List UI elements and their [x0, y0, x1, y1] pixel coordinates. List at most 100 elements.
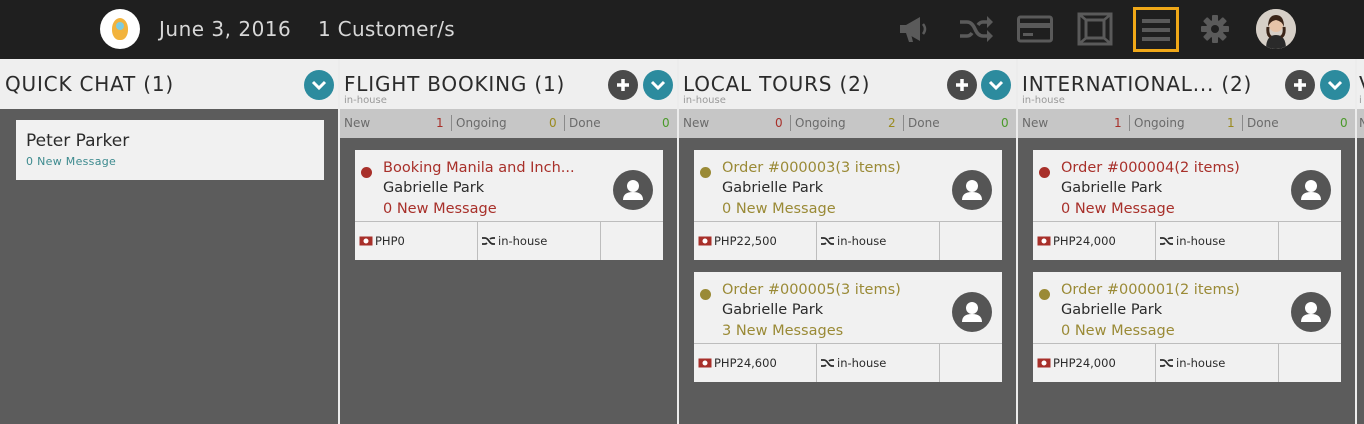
order-source: in-house [1176, 356, 1226, 370]
stat-ongoing-label[interactable]: Ongoing [456, 116, 507, 130]
empty-cell [940, 344, 1002, 382]
booking-message-count: 0 New Message [383, 201, 497, 217]
status-bar: N [1357, 109, 1364, 138]
stat-new-label[interactable]: N [1359, 116, 1364, 130]
order-title: Order #000003(3 items) [722, 160, 901, 176]
card-footer: PHP24,600 in-house [694, 343, 1002, 382]
booking-customer: Gabrielle Park [383, 180, 485, 196]
column-header: INTERNATIONAL... (2) in-house [1018, 59, 1355, 109]
customer-avatar-icon [613, 170, 653, 210]
order-card[interactable]: Order #000003(3 items) Gabrielle Park 0 … [694, 150, 1002, 260]
chat-card[interactable]: Peter Parker 0 New Message [16, 120, 324, 180]
shuffle-icon [821, 237, 834, 245]
money-icon [359, 236, 373, 246]
stat-ongoing-label[interactable]: Ongoing [1134, 116, 1185, 130]
order-card[interactable]: Order #000005(3 items) Gabrielle Park 3 … [694, 272, 1002, 382]
booking-title: Booking Manila and Inch... [383, 160, 575, 176]
column-header: V i [1357, 59, 1364, 109]
menu-icon[interactable] [1133, 7, 1179, 52]
empty-cell [1279, 222, 1341, 260]
stat-separator [903, 115, 904, 131]
add-button[interactable] [1285, 70, 1315, 100]
gear-icon[interactable] [1195, 9, 1235, 49]
order-amount: PHP22,500 [714, 234, 777, 248]
order-amount: PHP24,000 [1053, 356, 1116, 370]
source-cell: in-house [1156, 344, 1279, 382]
stat-done-label[interactable]: Done [908, 116, 940, 130]
column-quick-chat: QUICK CHAT (1) Peter Parker 0 New Messag… [0, 59, 338, 424]
chat-customer-name: Peter Parker [26, 131, 130, 151]
column-subtitle: in-house [683, 95, 726, 106]
money-icon [1037, 236, 1051, 246]
stat-separator [1242, 115, 1243, 131]
empty-cell [601, 222, 663, 260]
column-local-tours: LOCAL TOURS (2) in-house New 0 Ongoing 2… [679, 59, 1016, 424]
stat-separator [1129, 115, 1130, 131]
shuffle-icon [482, 237, 495, 245]
source-cell: in-house [1156, 222, 1279, 260]
empty-cell [940, 222, 1002, 260]
order-title: Order #000005(3 items) [722, 282, 901, 298]
column-title: V [1359, 72, 1364, 96]
megaphone-icon[interactable] [895, 9, 935, 49]
column-title: FLIGHT BOOKING (1) [344, 72, 566, 96]
status-dot [361, 167, 372, 178]
order-source: in-house [1176, 234, 1226, 248]
shuffle-icon [821, 359, 834, 367]
status-bar: New 1 Ongoing 0 Done 0 [340, 109, 677, 138]
order-title: Order #000004(2 items) [1061, 160, 1240, 176]
current-date: June 3, 2016 [159, 17, 292, 41]
status-bar: New 1 Ongoing 1 Done 0 [1018, 109, 1355, 138]
order-card[interactable]: Order #000004(2 items) Gabrielle Park 0 … [1033, 150, 1341, 260]
stat-new-label[interactable]: New [344, 116, 370, 130]
stat-separator [451, 115, 452, 131]
expand-icon[interactable] [1075, 9, 1115, 49]
chevron-down-icon [988, 80, 1004, 91]
status-dot [1039, 289, 1050, 300]
customer-avatar-icon [952, 292, 992, 332]
stat-new-label[interactable]: New [683, 116, 709, 130]
shuffle-icon [1160, 237, 1173, 245]
column-international: INTERNATIONAL... (2) in-house New 1 Ongo… [1018, 59, 1355, 424]
collapse-button[interactable] [981, 70, 1011, 100]
status-bar: New 0 Ongoing 2 Done 0 [679, 109, 1016, 138]
app-logo[interactable] [100, 9, 140, 49]
amount-cell: PHP0 [355, 222, 478, 260]
order-customer: Gabrielle Park [1061, 302, 1163, 318]
chevron-down-icon [650, 80, 666, 91]
credit-card-icon[interactable] [1015, 9, 1055, 49]
plus-icon [617, 79, 629, 91]
order-customer: Gabrielle Park [1061, 180, 1163, 196]
order-card[interactable]: Order #000001(2 items) Gabrielle Park 0 … [1033, 272, 1341, 382]
add-button[interactable] [947, 70, 977, 100]
stat-new-count: 1 [436, 116, 444, 130]
booking-amount: PHP0 [375, 234, 405, 248]
order-customer: Gabrielle Park [722, 180, 824, 196]
stat-ongoing-count: 0 [549, 116, 557, 130]
customer-avatar-icon [1291, 292, 1331, 332]
collapse-button[interactable] [643, 70, 673, 100]
empty-cell [1279, 344, 1341, 382]
column-header: QUICK CHAT (1) [0, 59, 338, 109]
order-message-count: 0 New Message [722, 201, 836, 217]
add-button[interactable] [608, 70, 638, 100]
plus-icon [1294, 79, 1306, 91]
card-footer: PHP22,500 in-house [694, 221, 1002, 260]
stat-done-label[interactable]: Done [569, 116, 601, 130]
collapse-button[interactable] [304, 70, 334, 100]
stat-done-count: 0 [662, 116, 670, 130]
stat-new-label[interactable]: New [1022, 116, 1048, 130]
order-title: Order #000001(2 items) [1061, 282, 1240, 298]
money-icon [1037, 358, 1051, 368]
order-source: in-house [837, 234, 887, 248]
collapse-button[interactable] [1320, 70, 1350, 100]
booking-card[interactable]: Booking Manila and Inch... Gabrielle Par… [355, 150, 663, 260]
stat-ongoing-label[interactable]: Ongoing [795, 116, 846, 130]
shuffle-icon[interactable] [956, 9, 996, 49]
stat-done-label[interactable]: Done [1247, 116, 1279, 130]
amount-cell: PHP22,500 [694, 222, 817, 260]
chevron-down-icon [1327, 80, 1343, 91]
column-subtitle: i [1359, 95, 1362, 106]
column-title: LOCAL TOURS (2) [683, 72, 871, 96]
user-avatar[interactable] [1256, 9, 1296, 49]
